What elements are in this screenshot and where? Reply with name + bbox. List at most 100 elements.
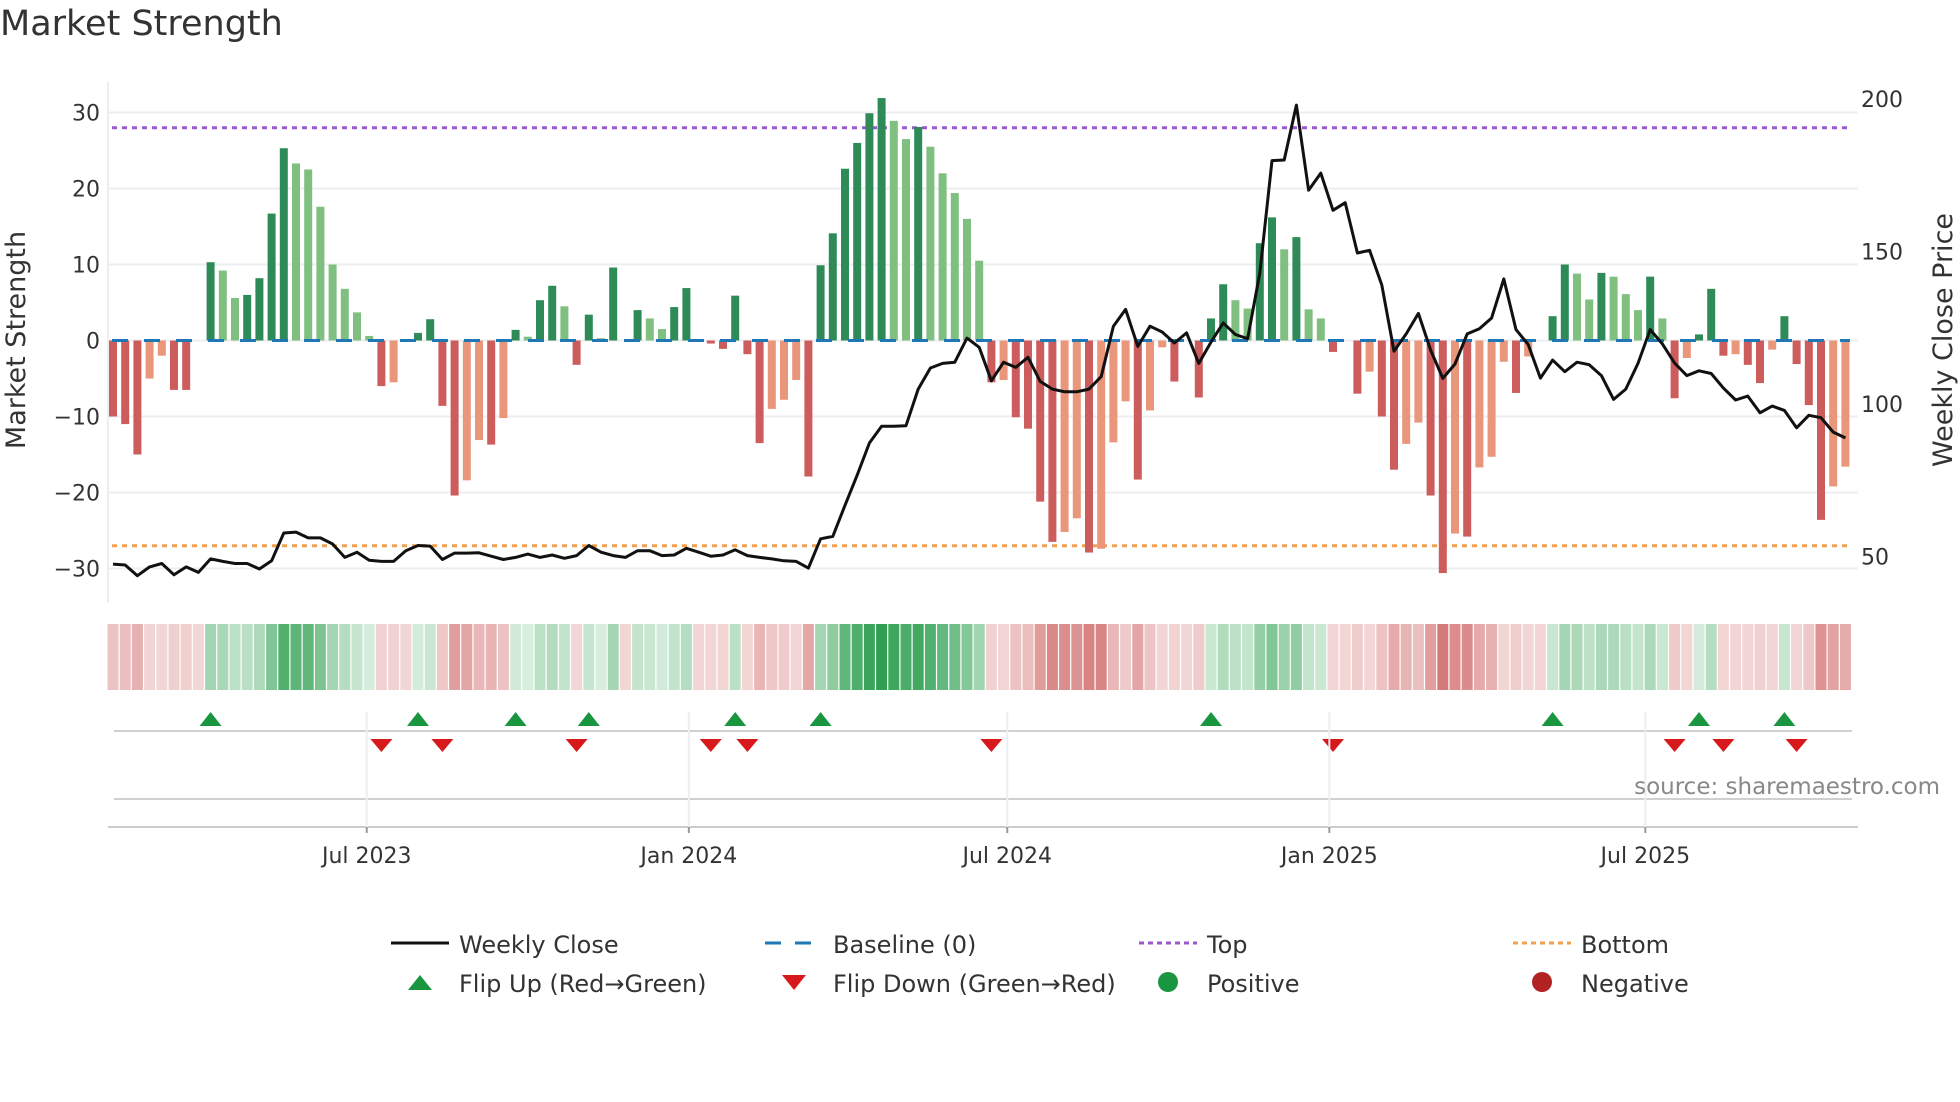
- strength-bar: [975, 260, 984, 341]
- flip-down-marker: [736, 739, 759, 752]
- strip-cell: [1278, 624, 1290, 690]
- strength-bar: [999, 340, 1008, 381]
- strip-cell: [339, 624, 351, 690]
- flip-down-marker: [1785, 739, 1808, 752]
- strip-cell: [998, 624, 1010, 690]
- strip-cell: [937, 624, 949, 690]
- strip-cell: [1083, 624, 1095, 690]
- flip-up-marker: [1200, 712, 1222, 726]
- strip-cell: [1547, 624, 1559, 690]
- strip-cell: [1632, 624, 1644, 690]
- strip-cell: [802, 624, 814, 690]
- strip-cell: [205, 624, 217, 690]
- strip-cell: [766, 624, 778, 690]
- strip-cell: [107, 624, 119, 690]
- strip-cell: [1571, 624, 1583, 690]
- y2-axis-label: Weekly Close Price: [1928, 213, 1959, 467]
- strip-cell: [534, 624, 546, 690]
- strip-cell: [1217, 624, 1229, 690]
- strength-bar: [1426, 340, 1435, 496]
- strength-bar: [1048, 340, 1057, 542]
- strip-cell: [1364, 624, 1376, 690]
- strip-cell: [375, 624, 387, 690]
- strength-bar: [536, 300, 544, 341]
- legend-item: Flip Down (Green→Red): [763, 970, 1116, 998]
- strength-bar: [267, 213, 276, 341]
- strength-bar: [133, 340, 142, 455]
- y2-tick-label: 100: [1861, 393, 1903, 418]
- flip-up-marker: [577, 712, 600, 726]
- legend-item: Bottom: [1511, 931, 1669, 959]
- strip-cell: [473, 624, 485, 690]
- strength-bar: [1499, 340, 1508, 362]
- strip-cell: [583, 624, 595, 690]
- strip-cell: [1730, 624, 1742, 690]
- strength-bar: [1841, 340, 1850, 467]
- strip-cell: [400, 624, 412, 690]
- strip-cell: [180, 624, 192, 690]
- strength-bar: [902, 139, 910, 341]
- strip-cell: [705, 624, 717, 690]
- strip-cell: [522, 624, 534, 690]
- strength-bar: [1670, 340, 1679, 399]
- strength-bar: [1109, 340, 1118, 443]
- x-tick-label: Jul 2024: [960, 844, 1052, 869]
- strength-bar: [1804, 340, 1813, 406]
- flip-down-marker: [565, 739, 588, 752]
- strip-cell: [1681, 624, 1693, 690]
- strip-cell: [1620, 624, 1632, 690]
- strength-bar: [572, 340, 581, 365]
- strength-bar: [243, 294, 252, 341]
- strip-cell: [1839, 624, 1851, 690]
- strength-bar: [792, 340, 801, 381]
- strip-cell: [827, 624, 839, 690]
- strength-bar: [1609, 276, 1618, 341]
- strip-cell: [1827, 624, 1839, 690]
- strip-cell: [497, 624, 509, 690]
- strength-bar: [853, 142, 862, 341]
- strip-cell: [485, 624, 497, 690]
- strip-cell: [1242, 624, 1254, 690]
- flip-down-marker: [431, 739, 454, 752]
- strength-bar: [767, 340, 776, 409]
- strip-cell: [607, 624, 619, 690]
- strip-cell: [1107, 624, 1119, 690]
- legend-label: Positive: [1207, 970, 1300, 998]
- strip-cell: [741, 624, 753, 690]
- strip-cell: [1461, 624, 1473, 690]
- strip-cell: [1315, 624, 1327, 690]
- strength-bar: [1060, 340, 1069, 533]
- strip-cell: [754, 624, 766, 690]
- strip-cell: [1510, 624, 1522, 690]
- strip-cell: [900, 624, 912, 690]
- flip-up-marker: [407, 712, 429, 726]
- strength-bar: [1024, 340, 1032, 429]
- strength-bar: [316, 206, 325, 341]
- strip-cell: [1486, 624, 1498, 690]
- strip-cell: [1229, 624, 1241, 690]
- strength-bar: [1634, 310, 1642, 341]
- strip-cell: [1168, 624, 1180, 690]
- strength-bar: [1292, 237, 1301, 341]
- legend-item: Negative: [1511, 970, 1689, 998]
- strip-cell: [888, 624, 900, 690]
- strength-bar: [1072, 340, 1081, 519]
- strength-bar: [511, 329, 520, 341]
- strip-cell: [1583, 624, 1595, 690]
- strip-cell: [314, 624, 326, 690]
- strip-cell: [461, 624, 473, 690]
- strip-cell: [1608, 624, 1620, 690]
- strip-cell: [1656, 624, 1668, 690]
- strength-bar: [609, 267, 618, 341]
- triangle-down-icon: [763, 972, 825, 996]
- strip-cell: [1498, 624, 1510, 690]
- legend-item: Baseline (0): [763, 931, 976, 959]
- strength-bar: [1548, 316, 1557, 341]
- strip-cell: [571, 624, 583, 690]
- strength-bar: [1146, 340, 1154, 411]
- strength-bar: [658, 329, 666, 341]
- strip-cell: [278, 624, 290, 690]
- strength-bar: [487, 340, 496, 445]
- strength-bar: [877, 98, 886, 341]
- strength-bar: [560, 306, 569, 341]
